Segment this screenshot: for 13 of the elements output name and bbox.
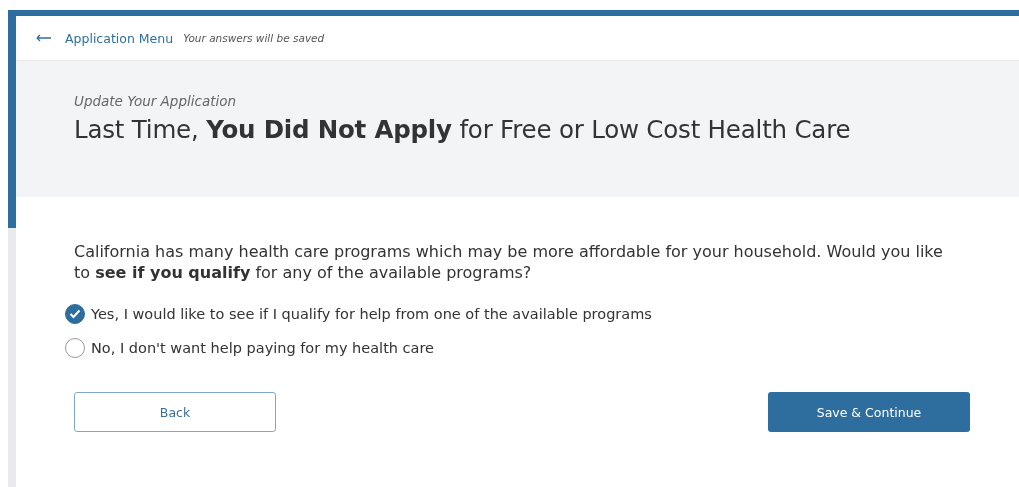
save-continue-button[interactable]: Save & Continue xyxy=(768,392,970,432)
option-label: Yes, I would like to see if I qualify for help from one of the available programs xyxy=(91,306,652,322)
page-subtitle: Update Your Application xyxy=(74,93,238,109)
question-text: California has many health care programs which may be more affordable for your household. Would you like to see if you qualify for any of the available programs? xyxy=(74,241,944,283)
application-menu-link[interactable]: Application Menu xyxy=(36,30,174,46)
radio-button[interactable] xyxy=(65,304,85,324)
radio-button[interactable] xyxy=(65,338,85,358)
back-arrow-icon xyxy=(36,34,52,42)
check-icon xyxy=(69,309,81,319)
back-button[interactable]: Back xyxy=(74,392,276,432)
option-label: No, I don't want help paying for my health care xyxy=(91,340,435,356)
page-title: Last Time, You Did Not Apply for Free or Low Cost Health Care xyxy=(74,115,852,144)
save-note: Your answers will be saved xyxy=(183,32,325,44)
